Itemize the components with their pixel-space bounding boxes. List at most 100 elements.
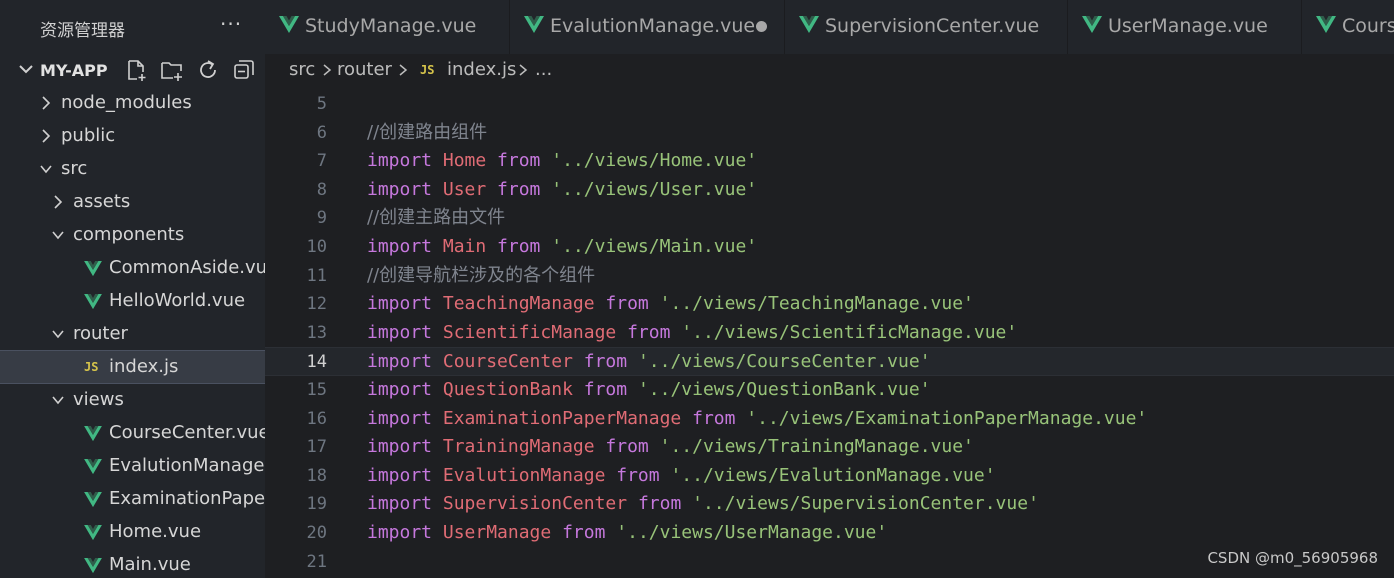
js-file-icon: JS xyxy=(84,360,99,374)
collapse-all-icon[interactable] xyxy=(232,58,256,82)
tree-item-label: views xyxy=(73,389,124,410)
code-text: //创建导航栏涉及的各个组件 xyxy=(367,262,595,291)
code-line[interactable]: 12 import TeachingManage from '../views/T… xyxy=(265,290,1394,319)
line-number: 20 xyxy=(306,523,327,543)
line-number: 11 xyxy=(306,265,327,286)
vue-file-icon xyxy=(1082,16,1102,33)
chevron-right-icon xyxy=(42,96,51,110)
code-text: import EvalutionManage from '../views/Ev… xyxy=(367,462,996,491)
chevron-down-icon xyxy=(52,396,64,405)
code-line[interactable]: 17 import TrainingManage from '../views/T… xyxy=(265,433,1394,462)
code-line[interactable]: 8 import User from '../views/User.vue' xyxy=(265,176,1394,205)
code-token: User xyxy=(442,178,498,200)
code-line[interactable]: 18 import EvalutionManage from '../views/… xyxy=(265,462,1394,491)
line-number: 5 xyxy=(316,94,327,114)
chevron-right-icon xyxy=(54,195,63,209)
code-editor[interactable]: 5 6 //创建路由组件 7 import Home from '../views/Ho… xyxy=(265,86,1394,578)
code-line[interactable]: 20 import UserManage from '../views/UserM… xyxy=(265,519,1394,548)
line-number: 17 xyxy=(306,437,327,458)
vue-file-icon xyxy=(1316,16,1336,33)
tree-item-label: components xyxy=(73,224,185,245)
tree-folder[interactable]: public xyxy=(0,120,265,152)
code-line[interactable]: 5 xyxy=(265,90,1394,119)
code-line[interactable]: 13 import ScientificManage from '../views… xyxy=(265,319,1394,348)
code-line[interactable]: 15 import QuestionBank from '../views/Que… xyxy=(265,376,1394,405)
line-number: 21 xyxy=(306,551,327,572)
tree-file[interactable]: JS index.js xyxy=(0,350,265,384)
breadcrumb-src[interactable]: src xyxy=(289,54,315,86)
tree-item-label: Main.vue xyxy=(109,554,191,575)
line-number: 7 xyxy=(316,151,327,172)
tree-folder[interactable]: components xyxy=(0,219,265,251)
editor-tab[interactable]: StudyManage.vue xyxy=(265,0,510,54)
code-line[interactable]: 7 import Home from '../views/Home.vue' xyxy=(265,147,1394,176)
editor-tab[interactable]: UserManage.vue xyxy=(1068,0,1302,54)
code-token: Home xyxy=(442,150,498,172)
code-token: ScientificManage xyxy=(442,321,628,343)
breadcrumb-symbol[interactable]: ... xyxy=(535,54,552,86)
code-token: from xyxy=(627,321,682,343)
code-token: TeachingManage xyxy=(442,293,606,315)
code-line[interactable]: 16 import ExaminationPaperManage from '..… xyxy=(265,405,1394,434)
editor-tab[interactable]: Course xyxy=(1302,0,1394,54)
line-number: 10 xyxy=(306,237,327,257)
code-token: import xyxy=(367,236,443,257)
editor-tab[interactable]: EvalutionManage.vue xyxy=(510,0,785,54)
chevron-down-icon xyxy=(52,231,64,240)
code-token: from xyxy=(497,236,552,257)
tree-item-label: index.js xyxy=(109,356,179,377)
code-text: import UserManage from '../views/UserMan… xyxy=(367,519,887,548)
vue-file-icon xyxy=(524,16,544,33)
unsaved-dot-icon[interactable] xyxy=(756,21,767,32)
code-token: from xyxy=(583,351,638,373)
editor-tabs: StudyManage.vue EvalutionManage.vue Superv… xyxy=(265,0,1394,54)
code-text: import Main from '../views/Main.vue' xyxy=(367,233,757,262)
tree-file[interactable]: CommonAside.vue xyxy=(0,252,265,284)
code-line[interactable]: 11 //创建导航栏涉及的各个组件 xyxy=(265,262,1394,291)
refresh-icon[interactable] xyxy=(196,58,220,82)
editor-tab[interactable]: SupervisionCenter.vue xyxy=(785,0,1068,54)
code-token: from xyxy=(605,436,660,458)
tree-file[interactable]: Main.vue xyxy=(0,549,265,578)
code-token: '../views/TeachingManage.vue' xyxy=(659,293,974,315)
code-line[interactable]: 10 import Main from '../views/Main.vue' xyxy=(265,233,1394,262)
code-token: from xyxy=(583,379,638,400)
tree-folder[interactable]: src xyxy=(0,153,265,185)
tree-file[interactable]: ExaminationPaper... xyxy=(0,483,265,515)
more-actions-icon[interactable]: ··· xyxy=(220,12,242,36)
new-file-icon[interactable] xyxy=(124,58,148,82)
tree-file[interactable]: CourseCenter.vue xyxy=(0,417,265,449)
code-token: SupervisionCenter xyxy=(442,493,638,515)
tree-file[interactable]: HelloWorld.vue xyxy=(0,285,265,317)
line-number: 8 xyxy=(316,179,327,200)
code-token: import xyxy=(367,407,443,429)
vue-file-icon xyxy=(279,16,299,33)
tree-folder[interactable]: views xyxy=(0,384,265,416)
tree-folder[interactable]: node_modules xyxy=(0,87,265,119)
tree-item-label: CommonAside.vue xyxy=(109,257,265,278)
tree-folder[interactable]: assets xyxy=(0,186,265,218)
code-line[interactable]: 14 import CourseCenter from '../views/Cou… xyxy=(265,347,1394,376)
code-line[interactable]: 6 //创建路由组件 xyxy=(265,119,1394,148)
code-text: import TeachingManage from '../views/Tea… xyxy=(367,290,974,319)
tab-label: Course xyxy=(1342,15,1394,37)
code-token: import xyxy=(367,493,443,515)
code-token: CourseCenter xyxy=(442,351,584,373)
breadcrumb-router[interactable]: router xyxy=(337,54,392,86)
tree-file[interactable]: EvalutionManage.v... xyxy=(0,450,265,482)
explorer-sidebar: 资源管理器 ··· MY-APP node_modules public src as xyxy=(0,0,265,578)
code-token: import xyxy=(367,351,443,373)
code-token: '../views/ExaminationPaperManage.vue' xyxy=(746,407,1148,429)
vue-file-icon xyxy=(84,261,102,277)
new-folder-icon[interactable] xyxy=(160,58,184,82)
tree-file[interactable]: Home.vue xyxy=(0,516,265,548)
tree-folder[interactable]: router xyxy=(0,318,265,350)
code-token: EvalutionManage xyxy=(442,464,617,486)
project-header[interactable]: MY-APP xyxy=(0,54,265,86)
code-token: ExaminationPaperManage xyxy=(442,407,693,429)
code-line[interactable]: 9 //创建主路由文件 xyxy=(265,204,1394,233)
code-token: from xyxy=(692,407,747,429)
vue-file-icon xyxy=(84,426,102,442)
code-line[interactable]: 19 import SupervisionCenter from '../view… xyxy=(265,490,1394,519)
breadcrumb-file[interactable]: index.js xyxy=(447,54,516,86)
